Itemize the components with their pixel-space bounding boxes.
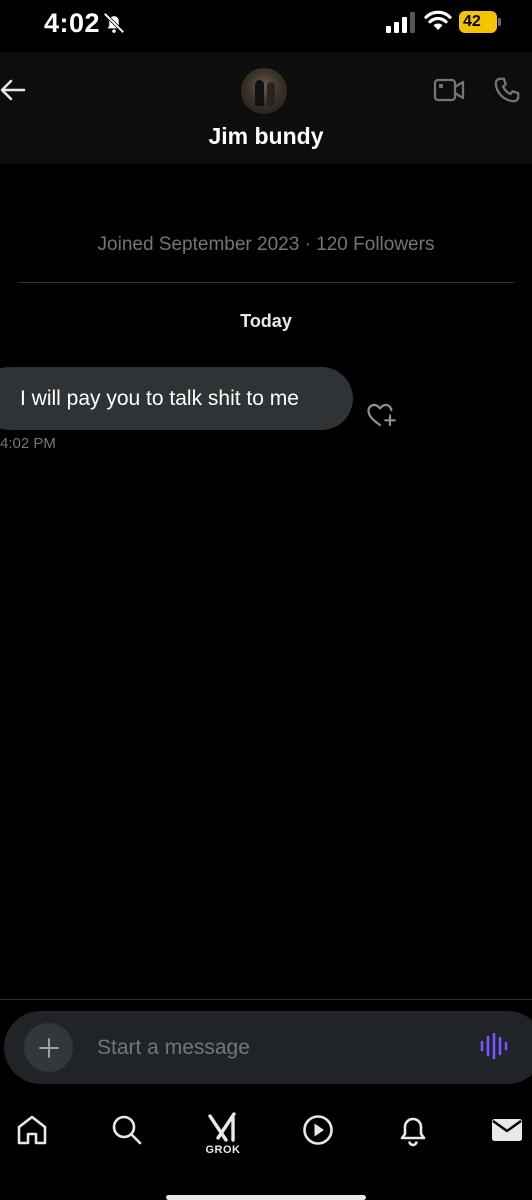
mail-icon[interactable] bbox=[490, 1113, 524, 1147]
message-bubble[interactable]: I will pay you to talk shit to me bbox=[0, 367, 353, 430]
bell-icon[interactable] bbox=[396, 1113, 430, 1147]
home-icon[interactable] bbox=[15, 1113, 49, 1147]
bottom-nav bbox=[0, 1097, 532, 1200]
plus-icon bbox=[38, 1037, 59, 1058]
message-text: I will pay you to talk shit to me bbox=[20, 386, 299, 410]
message-input[interactable] bbox=[97, 1032, 457, 1064]
bell-off-icon bbox=[103, 12, 125, 34]
divider bbox=[18, 282, 514, 283]
status-time: 4:02 bbox=[44, 8, 101, 38]
contact-name[interactable]: Jim bundy bbox=[0, 123, 532, 150]
back-arrow-icon[interactable] bbox=[0, 76, 26, 104]
battery-icon: 42 bbox=[459, 11, 501, 33]
voice-wave-icon[interactable] bbox=[479, 1031, 509, 1061]
signal-icon bbox=[386, 12, 415, 33]
home-indicator bbox=[166, 1195, 366, 1200]
profile-info: Joined September 2023 · 120 Followers bbox=[97, 234, 435, 255]
wifi-icon bbox=[424, 10, 452, 30]
phone-icon[interactable] bbox=[492, 75, 522, 105]
day-separator: Today bbox=[240, 311, 292, 331]
grok-icon[interactable] bbox=[206, 1110, 240, 1144]
message-timestamp: 4:02 PM bbox=[0, 435, 56, 452]
play-circle-icon[interactable] bbox=[301, 1113, 335, 1147]
composer-divider bbox=[0, 999, 532, 1000]
search-icon[interactable] bbox=[110, 1113, 144, 1147]
heart-plus-icon[interactable] bbox=[366, 401, 398, 429]
avatar[interactable] bbox=[241, 68, 287, 114]
video-call-icon[interactable] bbox=[433, 76, 465, 104]
grok-label: GROK bbox=[205, 1144, 241, 1156]
battery-level: 42 bbox=[463, 13, 481, 30]
add-media-button[interactable] bbox=[24, 1023, 73, 1072]
